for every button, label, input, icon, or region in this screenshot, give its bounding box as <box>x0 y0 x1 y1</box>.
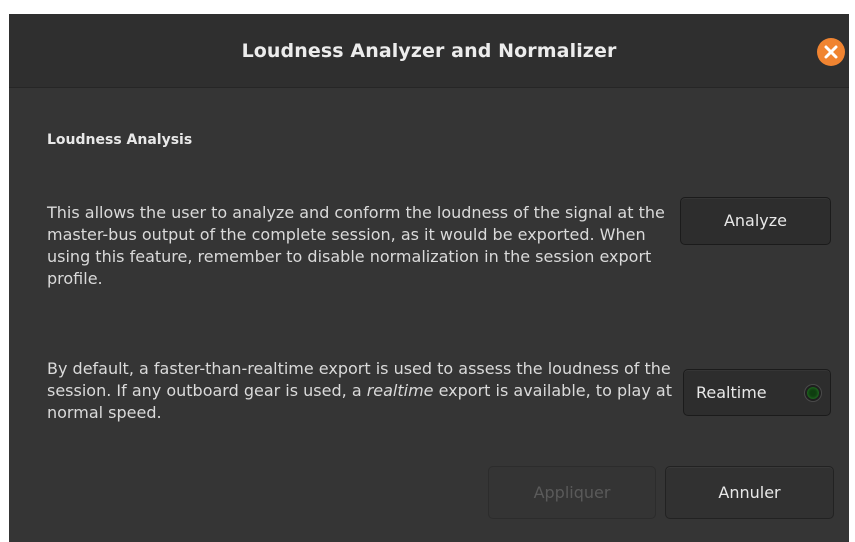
analyze-button[interactable]: Analyze <box>680 197 831 245</box>
realtime-label: Realtime <box>696 383 767 402</box>
analysis-description: This allows the user to analyze and conf… <box>47 203 665 288</box>
apply-button[interactable]: Appliquer <box>488 466 656 519</box>
close-icon <box>824 45 838 59</box>
window-title: Loudness Analyzer and Normalizer <box>241 40 617 62</box>
close-button[interactable] <box>817 38 845 66</box>
realtime-led-indicator <box>805 385 821 401</box>
realtime-toggle-button[interactable]: Realtime <box>683 369 831 416</box>
section-title: Loudness Analysis <box>47 132 193 148</box>
cancel-button[interactable]: Annuler <box>665 466 834 519</box>
loudness-dialog: Loudness Analyzer and Normalizer Loudnes… <box>9 14 849 542</box>
title-bar: Loudness Analyzer and Normalizer <box>9 14 849 88</box>
realtime-description: By default, a faster-than-realtime expor… <box>47 358 672 424</box>
realtime-emphasis: realtime <box>366 381 434 400</box>
